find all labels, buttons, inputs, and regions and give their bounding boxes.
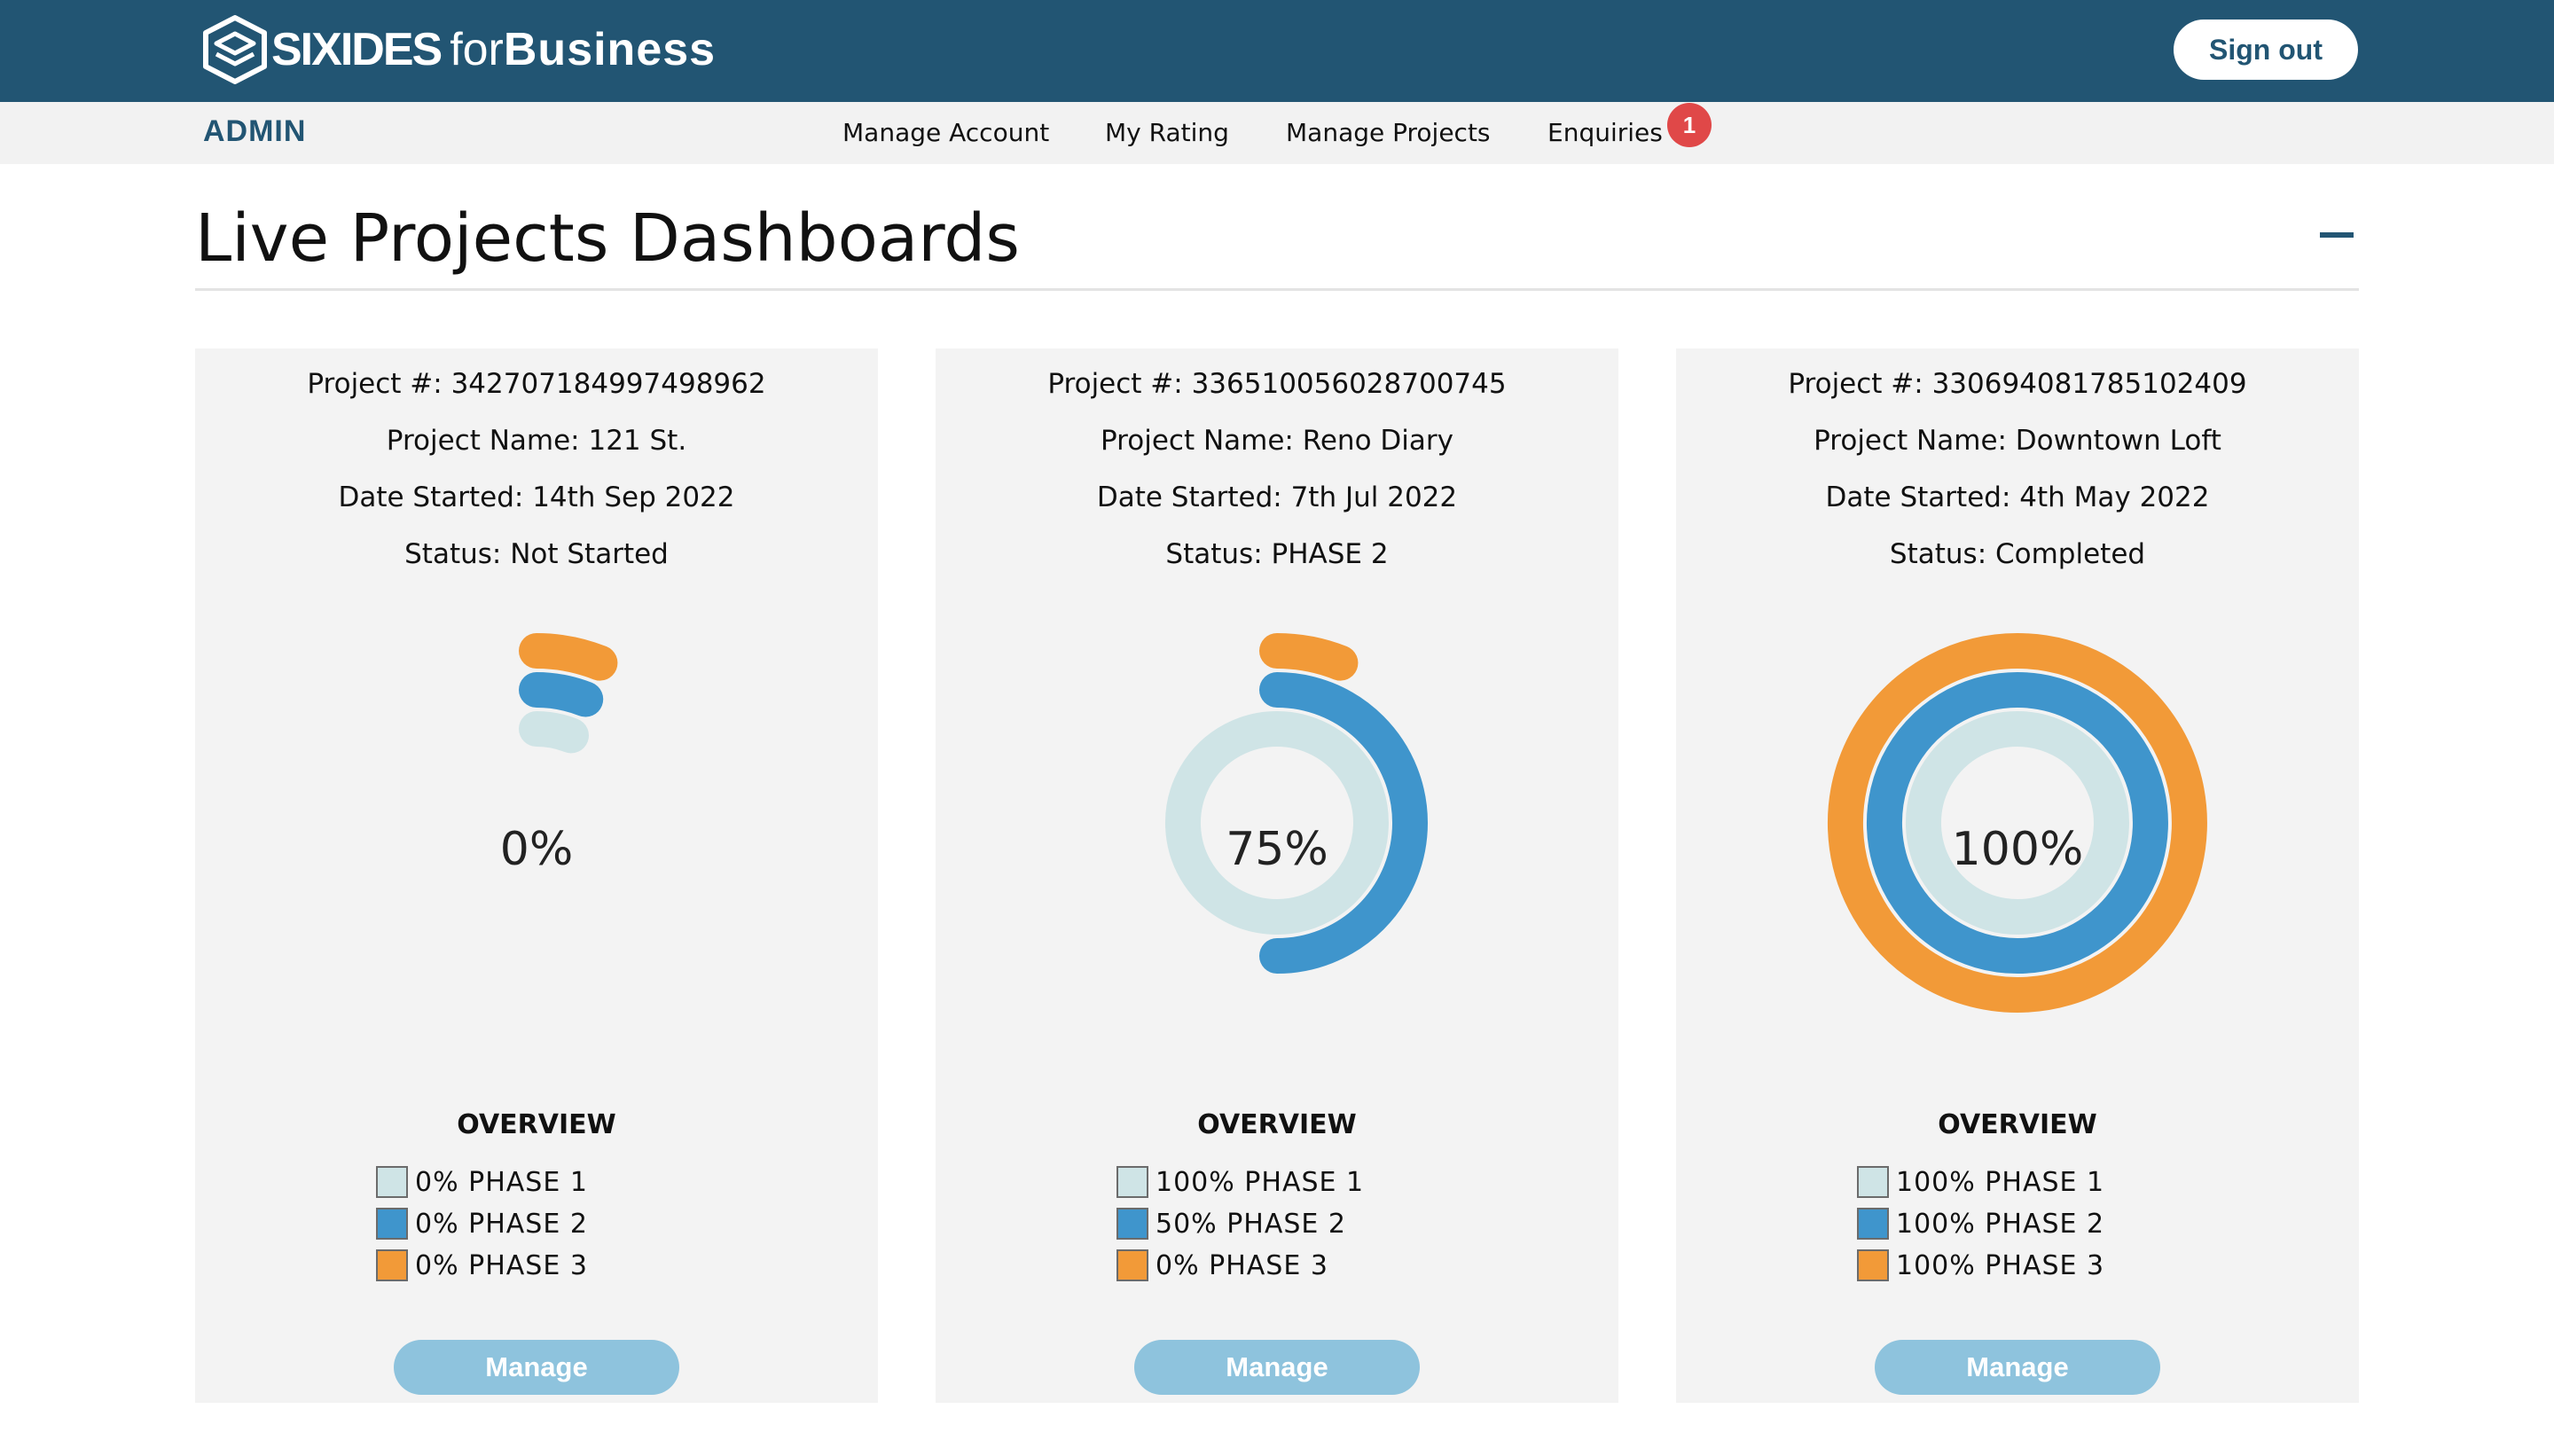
manage-button[interactable]: Manage [1134, 1340, 1420, 1395]
project-name: Project Name: Downtown Loft [1814, 425, 2221, 457]
project-number: Project #: 342707184997498962 [307, 368, 766, 400]
date-started: Date Started: 7th Jul 2022 [1096, 481, 1458, 513]
legend-swatch-phase-1 [1857, 1166, 1889, 1198]
role-label: ADMIN [203, 114, 307, 148]
legend-item-phase-1: 100% PHASE 1 [1857, 1164, 2104, 1200]
arc-phase-2 [519, 672, 604, 717]
nav-manage-projects[interactable]: Manage Projects [1286, 118, 1491, 147]
legend-label: 100% PHASE 1 [1896, 1166, 2105, 1198]
legend-swatch-phase-2 [1116, 1208, 1148, 1240]
page-title: Live Projects Dashboards [195, 200, 1020, 277]
logo-cube-icon [203, 15, 267, 84]
project-status: Status: PHASE 2 [1165, 538, 1389, 570]
legend-swatch-phase-2 [376, 1208, 408, 1240]
legend-swatch-phase-3 [1116, 1249, 1148, 1281]
brand-name: SIXIDES [271, 24, 443, 75]
top-header: SIXIDES for Business Sign out [0, 0, 2554, 102]
title-divider [195, 288, 2359, 291]
arc-phase-3 [1259, 633, 1359, 681]
manage-button[interactable]: Manage [394, 1340, 679, 1395]
legend-item-phase-1: 0% PHASE 1 [376, 1164, 588, 1200]
project-name: Project Name: 121 St. [386, 425, 687, 457]
progress-percent: 0% [499, 823, 574, 876]
legend-label: 0% PHASE 3 [1156, 1249, 1328, 1281]
legend-item-phase-2: 100% PHASE 2 [1857, 1206, 2104, 1241]
arc-phase-1 [519, 711, 590, 754]
project-number: Project #: 336510056028700745 [1047, 368, 1507, 400]
legend-item-phase-2: 50% PHASE 2 [1116, 1206, 1346, 1241]
progress-percent: 100% [1951, 823, 2084, 876]
overview-heading: OVERVIEW [1197, 1109, 1357, 1140]
enquiries-badge: 1 [1667, 103, 1712, 147]
legend-label: 100% PHASE 1 [1156, 1166, 1365, 1198]
legend-label: 0% PHASE 3 [415, 1249, 588, 1281]
legend-swatch-phase-1 [376, 1166, 408, 1198]
project-status: Status: Completed [1889, 538, 2146, 570]
legend-swatch-phase-3 [1857, 1249, 1889, 1281]
legend-item-phase-2: 0% PHASE 2 [376, 1206, 588, 1241]
legend-label: 0% PHASE 2 [415, 1208, 588, 1240]
nav-my-rating[interactable]: My Rating [1105, 118, 1229, 147]
brand-for: for [450, 24, 504, 75]
overview-heading: OVERVIEW [1938, 1109, 2097, 1140]
legend-item-phase-3: 100% PHASE 3 [1857, 1248, 2104, 1283]
project-status: Status: Not Started [404, 538, 669, 570]
project-card-3: Project #: 330694081785102409 Project Na… [1676, 348, 2359, 1403]
legend-label: 0% PHASE 1 [415, 1166, 588, 1198]
logo[interactable]: SIXIDES for Business [202, 12, 716, 87]
date-started: Date Started: 4th May 2022 [1825, 481, 2210, 513]
legend-item-phase-1: 100% PHASE 1 [1116, 1164, 1364, 1200]
legend-swatch-phase-3 [376, 1249, 408, 1281]
project-card-1: Project #: 342707184997498962 Project Na… [195, 348, 878, 1403]
date-started: Date Started: 14th Sep 2022 [338, 481, 735, 513]
legend-label: 100% PHASE 3 [1896, 1249, 2105, 1281]
legend-item-phase-3: 0% PHASE 3 [376, 1248, 588, 1283]
legend-swatch-phase-2 [1857, 1208, 1889, 1240]
nav-enquiries[interactable]: Enquiries [1547, 118, 1663, 147]
sign-out-button[interactable]: Sign out [2174, 20, 2358, 80]
progress-percent: 75% [1226, 823, 1328, 876]
nav-bar: ADMIN Manage Account My Rating Manage Pr… [0, 102, 2554, 164]
collapse-minus-icon[interactable] [2320, 232, 2354, 238]
brand-business: Business [503, 24, 717, 75]
legend-item-phase-3: 0% PHASE 3 [1116, 1248, 1328, 1283]
legend-label: 50% PHASE 2 [1156, 1208, 1347, 1240]
nav-manage-account[interactable]: Manage Account [842, 118, 1049, 147]
legend-swatch-phase-1 [1116, 1166, 1148, 1198]
manage-button[interactable]: Manage [1875, 1340, 2160, 1395]
overview-heading: OVERVIEW [457, 1109, 616, 1140]
project-card-2: Project #: 336510056028700745 Project Na… [936, 348, 1618, 1403]
project-name: Project Name: Reno Diary [1101, 425, 1453, 457]
project-number: Project #: 330694081785102409 [1788, 368, 2247, 400]
arc-phase-3 [519, 633, 618, 681]
legend-label: 100% PHASE 2 [1896, 1208, 2105, 1240]
